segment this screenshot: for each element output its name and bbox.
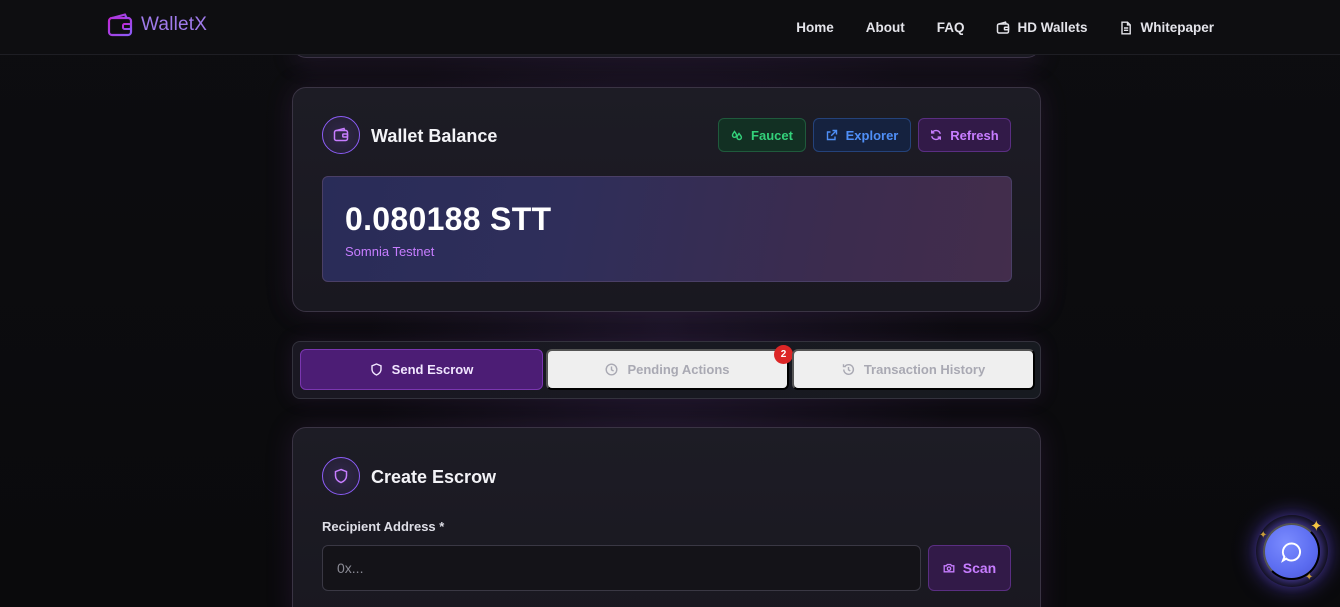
navbar: WalletX Home About FAQ HD Wallets Whitep… xyxy=(0,0,1340,55)
wallet-balance-title: Wallet Balance xyxy=(371,126,498,146)
faucet-button-label: Faucet xyxy=(751,127,793,143)
chat-bubble-icon xyxy=(1280,542,1301,563)
faucet-button[interactable]: Faucet xyxy=(718,118,806,152)
create-escrow-title: Create Escrow xyxy=(371,467,497,487)
shield-icon xyxy=(370,363,382,376)
explorer-button[interactable]: Explorer xyxy=(813,118,911,152)
escrow-tabs: Send Escrow Pending Actions 2 Transactio… xyxy=(292,341,1041,399)
nav-link-hd-wallets[interactable]: HD Wallets xyxy=(996,20,1087,35)
balance-display: 0.080188 STT Somnia Testnet xyxy=(322,176,1012,282)
droplets-icon xyxy=(731,130,743,141)
tab-label: Transaction History xyxy=(863,362,986,377)
tab-transaction-history[interactable]: Transaction History xyxy=(792,349,1035,390)
recipient-address-label: Recipient Address * xyxy=(322,519,445,534)
brand-name: WalletX xyxy=(141,14,208,35)
scan-button-label: Scan xyxy=(962,560,997,576)
history-icon xyxy=(842,364,854,375)
network-name: Somnia Testnet xyxy=(345,244,435,259)
refresh-button-label: Refresh xyxy=(950,127,999,143)
sparkle-icon: ✦ xyxy=(1310,518,1323,535)
shield-icon xyxy=(322,457,360,495)
nav-link-label: About xyxy=(865,20,905,35)
balance-amount: 0.080188 STT xyxy=(345,201,552,237)
nav-link-label: Home xyxy=(796,20,834,35)
nav-link-about[interactable]: About xyxy=(866,20,905,35)
tab-label: Pending Actions xyxy=(627,362,730,377)
wallet-icon xyxy=(322,116,360,154)
camera-icon xyxy=(943,563,955,573)
nav-link-label: FAQ xyxy=(936,20,965,35)
refresh-icon xyxy=(931,129,942,141)
scan-button[interactable]: Scan xyxy=(928,545,1011,591)
nav-link-label: HD Wallets xyxy=(1017,20,1088,35)
refresh-button[interactable]: Refresh xyxy=(918,118,1011,152)
wallet-logo-icon xyxy=(107,13,133,37)
nav-link-whitepaper[interactable]: Whitepaper xyxy=(1119,20,1214,35)
pending-count-badge: 2 xyxy=(774,345,793,364)
nav-links: Home About FAQ HD Wallets Whitepaper xyxy=(796,0,1214,55)
create-escrow-card: Create Escrow Recipient Address * Scan xyxy=(292,427,1041,607)
wallet-icon xyxy=(997,20,1010,34)
clock-icon xyxy=(605,363,618,376)
nav-link-label: Whitepaper xyxy=(1140,20,1214,35)
nav-link-faq[interactable]: FAQ xyxy=(937,20,965,35)
recipient-address-input[interactable] xyxy=(322,545,921,591)
external-link-icon xyxy=(826,129,837,141)
tab-label: Send Escrow xyxy=(391,362,474,377)
wallet-balance-card: Wallet Balance Faucet Explorer Refresh 0… xyxy=(292,87,1041,312)
explorer-button-label: Explorer xyxy=(845,127,899,143)
sparkle-icon: ✦ xyxy=(1259,530,1268,541)
tab-pending-actions[interactable]: Pending Actions xyxy=(546,349,789,390)
nav-link-home[interactable]: Home xyxy=(796,20,834,35)
sparkle-icon: ✦ xyxy=(1305,572,1314,583)
document-icon xyxy=(1121,21,1132,34)
brand[interactable]: WalletX xyxy=(107,12,207,38)
tab-send-escrow[interactable]: Send Escrow xyxy=(300,349,543,390)
